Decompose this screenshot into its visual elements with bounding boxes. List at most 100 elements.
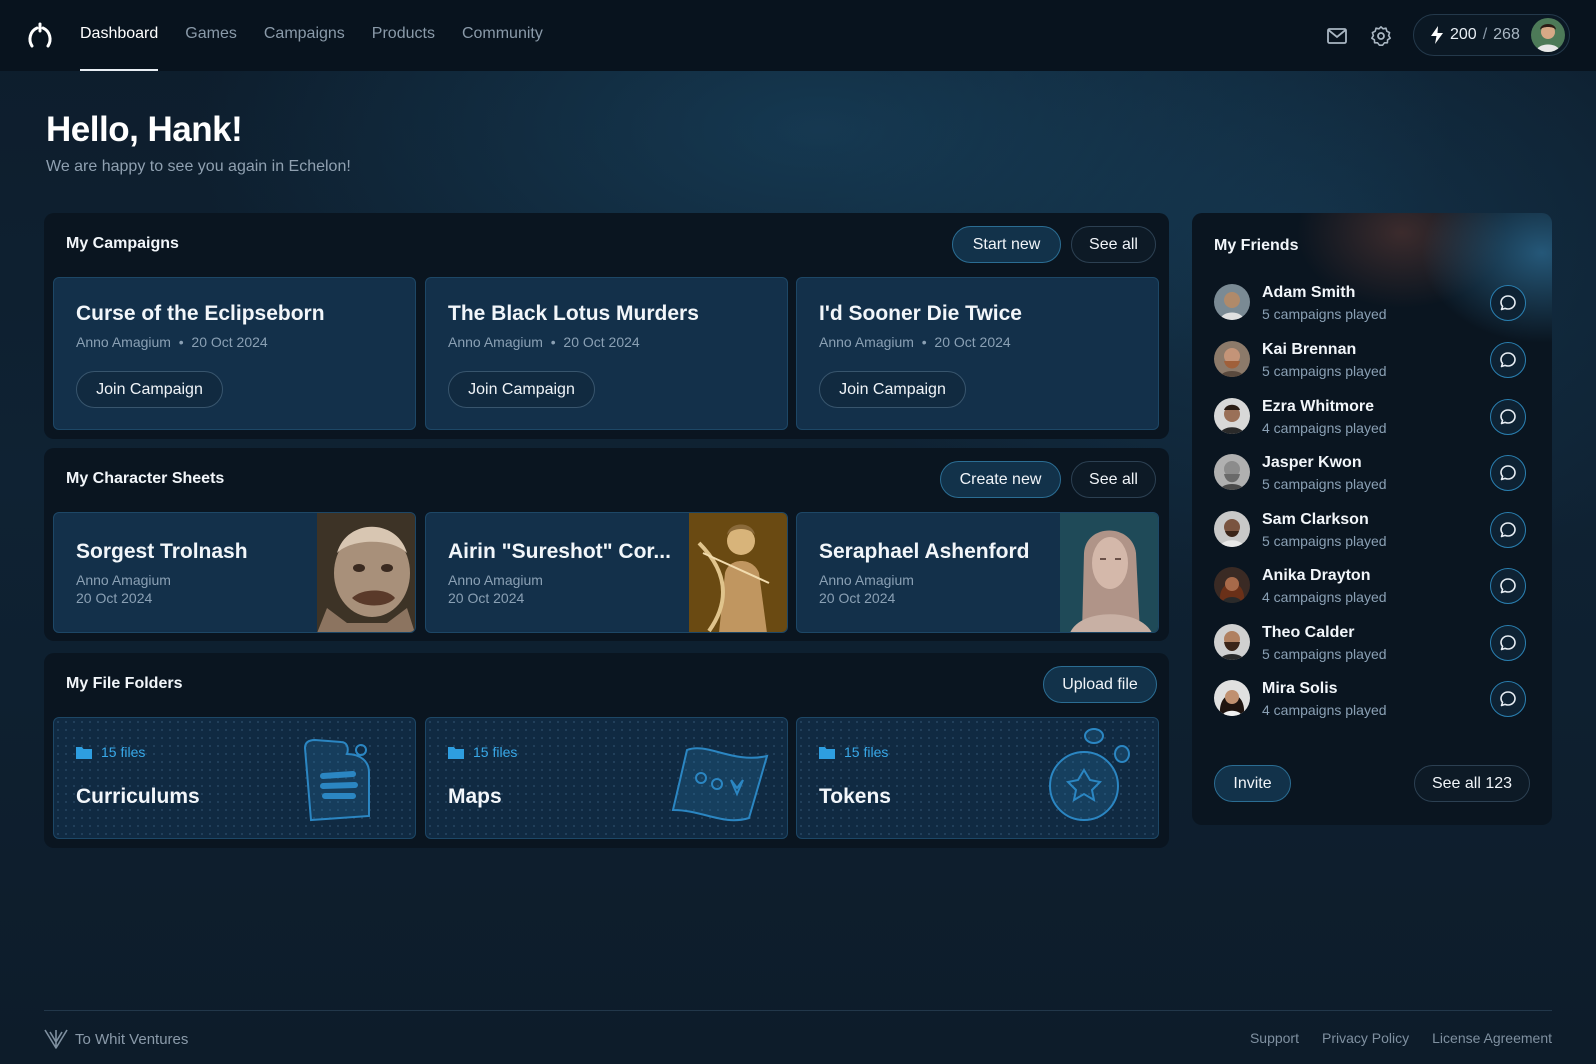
character-date: 20 Oct 2024 <box>819 590 896 606</box>
friend-campaign-count: 5 campaigns played <box>1262 306 1387 322</box>
friend-row[interactable]: Theo Calder 5 campaigns played <box>1214 620 1532 666</box>
points-separator: / <box>1482 26 1488 43</box>
friend-name: Mira Solis <box>1262 680 1338 697</box>
settings-gear-icon[interactable] <box>1369 24 1393 48</box>
friend-campaign-count: 4 campaigns played <box>1262 589 1387 605</box>
friend-avatar <box>1214 680 1250 716</box>
folder-name: Maps <box>448 785 502 808</box>
page-title: Hello, Hank! <box>46 110 243 149</box>
friend-campaign-count: 5 campaigns played <box>1262 363 1387 379</box>
folder-name: Curriculums <box>76 785 200 808</box>
footer-link-license-agreement[interactable]: License Agreement <box>1432 1030 1552 1046</box>
footer-brand-name: To Whit Ventures <box>75 1030 189 1048</box>
message-friend-button[interactable] <box>1490 512 1526 548</box>
campaigns-title: My Campaigns <box>66 235 179 252</box>
friend-avatar <box>1214 454 1250 490</box>
folder-icon <box>819 746 835 759</box>
token-icon <box>1049 728 1130 821</box>
campaign-meta: Anno Amagium • 20 Oct 2024 <box>76 334 268 350</box>
invite-friend-button[interactable]: Invite <box>1214 765 1291 802</box>
message-friend-button[interactable] <box>1490 285 1526 321</box>
points-counter[interactable]: 200 / 268 <box>1413 14 1570 56</box>
join-campaign-button[interactable]: Join Campaign <box>819 371 966 408</box>
echelon-logo-icon[interactable] <box>26 22 54 50</box>
message-friend-button[interactable] <box>1490 625 1526 661</box>
friend-campaign-count: 5 campaigns played <box>1262 476 1387 492</box>
folder-file-count: 15 files <box>819 744 888 760</box>
campaign-title: I'd Sooner Die Twice <box>819 302 1022 325</box>
footer-link-privacy-policy[interactable]: Privacy Policy <box>1322 1030 1409 1046</box>
file-folders-panel: My File Folders Upload file 15 files Cur… <box>44 653 1169 848</box>
nav-dashboard[interactable]: Dashboard <box>80 0 159 71</box>
character-date: 20 Oct 2024 <box>76 590 153 606</box>
friend-row[interactable]: Mira Solis 4 campaigns played <box>1214 676 1532 722</box>
friend-campaign-count: 5 campaigns played <box>1262 646 1387 662</box>
message-friend-button[interactable] <box>1490 681 1526 717</box>
friend-name: Adam Smith <box>1262 284 1356 301</box>
document-icon <box>303 738 370 822</box>
message-friend-button[interactable] <box>1490 568 1526 604</box>
character-name: Airin "Sureshot" Cor... <box>448 540 671 563</box>
join-campaign-button[interactable]: Join Campaign <box>76 371 223 408</box>
folder-card-tokens[interactable]: 15 files Tokens <box>796 717 1159 839</box>
friend-avatar <box>1214 567 1250 603</box>
join-campaign-button[interactable]: Join Campaign <box>448 371 595 408</box>
chat-bubble-icon <box>1500 295 1516 311</box>
nav-campaigns[interactable]: Campaigns <box>264 0 345 71</box>
campaign-card[interactable]: The Black Lotus Murders Anno Amagium • 2… <box>425 277 788 430</box>
folder-card-curriculums[interactable]: 15 files Curriculums <box>53 717 416 839</box>
mail-icon[interactable] <box>1325 24 1349 48</box>
friend-avatar <box>1214 624 1250 660</box>
campaign-card[interactable]: Curse of the Eclipseborn Anno Amagium • … <box>53 277 416 430</box>
friend-row[interactable]: Kai Brennan 5 campaigns played <box>1214 337 1532 383</box>
map-icon <box>671 747 769 822</box>
campaigns-panel: My Campaigns Start new See all Curse of … <box>44 213 1169 439</box>
friend-campaign-count: 4 campaigns played <box>1262 420 1387 436</box>
folder-card-maps[interactable]: 15 files Maps <box>425 717 788 839</box>
friend-row[interactable]: Anika Drayton 4 campaigns played <box>1214 563 1532 609</box>
friend-row[interactable]: Jasper Kwon 5 campaigns played <box>1214 450 1532 496</box>
nav-products[interactable]: Products <box>372 0 435 71</box>
campaign-card[interactable]: I'd Sooner Die Twice Anno Amagium • 20 O… <box>796 277 1159 430</box>
chat-bubble-icon <box>1500 409 1516 425</box>
campaign-title: The Black Lotus Murders <box>448 302 699 325</box>
friend-row[interactable]: Sam Clarkson 5 campaigns played <box>1214 507 1532 553</box>
nav-games[interactable]: Games <box>185 0 237 71</box>
friend-name: Sam Clarkson <box>1262 511 1369 528</box>
message-friend-button[interactable] <box>1490 342 1526 378</box>
campaign-title: Curse of the Eclipseborn <box>76 302 325 325</box>
friend-avatar <box>1214 398 1250 434</box>
user-avatar[interactable] <box>1531 18 1565 52</box>
friend-row[interactable]: Ezra Whitmore 4 campaigns played <box>1214 394 1532 440</box>
footer-link-support[interactable]: Support <box>1250 1030 1299 1046</box>
footer-brand[interactable]: To Whit Ventures <box>44 1028 188 1050</box>
message-friend-button[interactable] <box>1490 455 1526 491</box>
message-friend-button[interactable] <box>1490 399 1526 435</box>
see-all-characters-button[interactable]: See all <box>1071 461 1156 498</box>
character-card[interactable]: Sorgest Trolnash Anno Amagium 20 Oct 202… <box>53 512 416 633</box>
points-max: 268 <box>1493 26 1520 43</box>
page-subtitle: We are happy to see you again in Echelon… <box>46 158 351 175</box>
nav-community[interactable]: Community <box>462 0 543 71</box>
friend-row[interactable]: Adam Smith 5 campaigns played <box>1214 280 1532 326</box>
character-card[interactable]: Airin "Sureshot" Cor... Anno Amagium 20 … <box>425 512 788 633</box>
folder-name: Tokens <box>819 785 891 808</box>
character-author: Anno Amagium <box>819 572 914 588</box>
lightning-bolt-icon <box>1431 26 1443 44</box>
folder-file-count: 15 files <box>76 744 145 760</box>
see-all-campaigns-button[interactable]: See all <box>1071 226 1156 263</box>
start-new-campaign-button[interactable]: Start new <box>952 226 1061 263</box>
main-nav: Dashboard Games Campaigns Products Commu… <box>80 0 570 71</box>
create-new-character-button[interactable]: Create new <box>940 461 1061 498</box>
footer-links: Support Privacy Policy License Agreement <box>1250 1030 1552 1046</box>
upload-file-button[interactable]: Upload file <box>1043 666 1157 703</box>
character-sheets-title: My Character Sheets <box>66 470 225 487</box>
folder-icon <box>76 746 92 759</box>
character-card[interactable]: Seraphael Ashenford Anno Amagium 20 Oct … <box>796 512 1159 633</box>
friend-avatar <box>1214 284 1250 320</box>
chat-bubble-icon <box>1500 578 1516 594</box>
see-all-friends-button[interactable]: See all 123 <box>1414 765 1530 802</box>
character-name: Seraphael Ashenford <box>819 540 1030 563</box>
friend-campaign-count: 4 campaigns played <box>1262 702 1387 718</box>
folder-file-count: 15 files <box>448 744 517 760</box>
